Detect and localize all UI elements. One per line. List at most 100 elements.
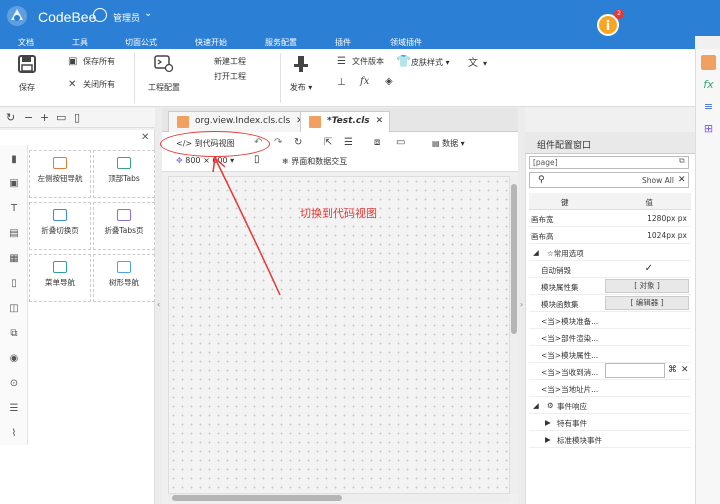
file-icon xyxy=(309,116,321,128)
property-row-auto-destroy[interactable]: 自动销毁 ✓ xyxy=(529,261,691,278)
redo-icon[interactable]: ↷ xyxy=(274,137,282,148)
settings-sliders-icon[interactable]: ☰ xyxy=(7,402,21,416)
close-icon[interactable]: ✕ xyxy=(678,175,686,185)
event-row[interactable]: <当>当地址片... xyxy=(529,380,691,397)
menu-plugins[interactable]: 插件 xyxy=(335,37,351,48)
shapes-icon[interactable]: ⧉ xyxy=(7,327,21,341)
file-tree-toolbar: ↻ − + ▭ ▯ xyxy=(0,108,155,128)
event-row[interactable]: <当>模块属性... xyxy=(529,346,691,363)
close-icon[interactable]: ✕ xyxy=(376,116,384,126)
language-button[interactable]: 文 ▾ xyxy=(468,54,487,69)
event-row[interactable]: <当>部件渲染... xyxy=(529,329,691,346)
align-button[interactable]: ⊥ xyxy=(337,77,352,88)
property-row-canvas-height[interactable]: 画布高 1024px px xyxy=(529,227,691,244)
file-icon[interactable] xyxy=(701,55,716,70)
line-chart-icon[interactable]: ⌇ xyxy=(7,427,21,441)
property-row-module-props[interactable]: 模块属性集 [ 对象 ] xyxy=(529,278,691,295)
panel-icon[interactable]: ▣ xyxy=(7,177,21,191)
tree-icon xyxy=(117,261,131,273)
menu-docs[interactable]: 文档 xyxy=(18,37,34,48)
component-top-tabs[interactable]: 顶部Tabs xyxy=(93,150,155,198)
save-label: 保存 xyxy=(19,83,35,92)
component-selector[interactable]: [page] xyxy=(529,156,689,169)
new-file-icon[interactable]: ▯ xyxy=(74,111,80,124)
window-icon[interactable]: ▭ xyxy=(396,137,405,148)
publish-button[interactable]: 发布 ▾ xyxy=(286,55,316,93)
data-dropdown[interactable]: ▤ 数据 ▾ xyxy=(432,138,465,149)
component-fold-switch[interactable]: 折叠切换页 xyxy=(29,202,91,250)
collapse-icon[interactable]: − xyxy=(24,111,33,124)
split-icon[interactable]: ⧈ xyxy=(374,137,380,148)
database-icon[interactable]: ≡ xyxy=(701,99,716,114)
menu-quick-start[interactable]: 快速开始 xyxy=(195,37,227,48)
component-menu-nav[interactable]: 菜单导航 xyxy=(29,254,91,302)
resize-icon: ✥ xyxy=(176,156,186,165)
fx-icon[interactable]: fx xyxy=(701,77,716,92)
layers-button[interactable]: ◈ xyxy=(385,76,400,87)
export-icon[interactable]: ⇱ xyxy=(324,137,332,148)
chart-icon[interactable]: ◫ xyxy=(7,302,21,316)
file-version-button[interactable]: ☰ 文件版本 xyxy=(337,56,384,67)
module-props-editor[interactable]: [ 对象 ] xyxy=(605,279,689,293)
open-project-button[interactable]: 打开工程 xyxy=(214,71,246,82)
table-icon[interactable]: ▦ xyxy=(7,252,21,266)
tab-test-cls[interactable]: *Test.cls ✕ xyxy=(300,111,390,132)
mobile-icon[interactable]: ▯ xyxy=(7,277,21,291)
module-funcs-editor[interactable]: [ 编辑器 ] xyxy=(605,296,689,310)
event-row[interactable]: <当>当收到消... ⌘ ✕ xyxy=(529,363,691,380)
component-fold-tabs[interactable]: 折叠Tabs页 xyxy=(93,202,155,250)
folder-icon[interactable]: ▭ xyxy=(56,111,66,124)
standard-events-row[interactable]: ▶ 标准模块事件 xyxy=(529,431,691,448)
refresh-icon[interactable]: ↻ xyxy=(6,111,15,124)
formula-button[interactable]: fx xyxy=(360,76,375,87)
layout-icon[interactable]: ▮ xyxy=(7,153,21,167)
new-project-button[interactable]: 新建工程 xyxy=(214,56,246,67)
close-icon[interactable]: ✕ xyxy=(681,365,689,375)
menu-domain-plugins[interactable]: 领域插件 xyxy=(390,37,422,48)
shirt-icon: 👕 xyxy=(396,54,411,68)
property-filter[interactable]: ⚲ Show All ✕ xyxy=(529,172,689,188)
project-config-button[interactable]: 工程配置 xyxy=(146,55,182,93)
chevron-left-icon[interactable]: ‹ xyxy=(157,300,160,309)
property-table-header: 键 值 xyxy=(529,193,691,210)
chevron-down-icon[interactable]: ⌄ xyxy=(144,8,152,19)
event-row[interactable]: <当>模块准备... xyxy=(529,312,691,329)
terminal-gear-icon xyxy=(146,55,182,78)
section-common-options[interactable]: ◢ ☆常用选项 xyxy=(529,244,691,261)
link-icon[interactable]: ⌘ xyxy=(668,365,677,375)
close-icon[interactable]: ✕ xyxy=(141,132,149,143)
show-all-option[interactable]: Show All xyxy=(642,176,674,185)
refresh-icon[interactable]: ↻ xyxy=(294,137,302,148)
target-icon[interactable]: ⊙ xyxy=(7,377,21,391)
eye-icon[interactable]: ◉ xyxy=(7,352,21,366)
menu-service-config[interactable]: 服务配置 xyxy=(265,37,297,48)
grid-icon[interactable]: ⊞ xyxy=(701,121,716,136)
menu-aspect-formula[interactable]: 切面公式 xyxy=(125,37,157,48)
add-icon[interactable]: + xyxy=(40,111,49,124)
property-row-canvas-width[interactable]: 画布宽 1280px px xyxy=(529,210,691,227)
event-input[interactable] xyxy=(605,363,665,378)
menu-tools[interactable]: 工具 xyxy=(72,37,88,48)
section-event-response[interactable]: ◢ ⚙ 事件响应 xyxy=(529,397,691,414)
form-icon[interactable]: ▤ xyxy=(7,227,21,241)
save-button[interactable]: 保存 xyxy=(12,55,42,93)
vertical-scroll-thumb[interactable] xyxy=(511,184,517,334)
codebee-logo-icon[interactable] xyxy=(6,5,28,27)
specific-events-row[interactable]: ▶ 特有事件 xyxy=(529,414,691,431)
component-tree-nav[interactable]: 树形导航 xyxy=(93,254,155,302)
close-all-button[interactable]: ✕ 关闭所有 xyxy=(68,79,115,90)
skin-style-button[interactable]: 👕皮肤样式 ▾ xyxy=(396,54,450,68)
right-rail: fx ≡ ⊞ xyxy=(695,49,720,504)
chevron-right-icon[interactable]: › xyxy=(520,300,523,309)
horizontal-scroll-thumb[interactable] xyxy=(172,495,342,501)
user-name[interactable]: 管理员 xyxy=(113,11,140,24)
list-icon[interactable]: ☰ xyxy=(344,137,353,148)
user-avatar-icon[interactable] xyxy=(93,8,107,22)
component-left-button-nav[interactable]: 左侧按钮导航 xyxy=(29,150,91,198)
property-row-module-funcs[interactable]: 模块函数集 [ 编辑器 ] xyxy=(529,295,691,312)
tab-index-cls[interactable]: org.view.Index.cls.cls✕ xyxy=(168,111,310,132)
text-icon[interactable]: T xyxy=(7,202,21,216)
expand-icon[interactable]: ⧉ xyxy=(679,156,685,166)
save-all-button[interactable]: ▣ 保存所有 xyxy=(68,56,115,67)
collapse-arrow-icon: ◢ xyxy=(533,248,539,257)
